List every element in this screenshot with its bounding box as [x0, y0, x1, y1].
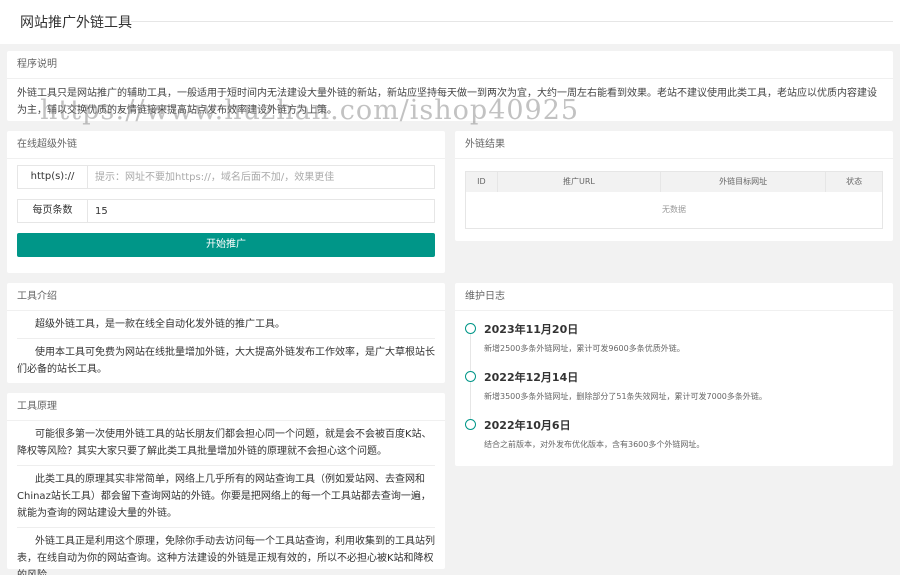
intro-paragraph: 使用本工具可免费为网站在线批量增加外链，大大提高外链发布工作效率，是广大草根站长…	[17, 347, 435, 375]
column-header-status[interactable]: 状态	[826, 172, 882, 192]
description-heading: 程序说明	[7, 51, 893, 79]
per-page-row: 每页条数	[17, 199, 435, 223]
empty-state-text: 无数据	[662, 205, 686, 214]
tool-principle-card: 工具原理 可能很多第一次使用外链工具的站长朋友们都会担心同一个问题，就是会不会被…	[7, 393, 445, 575]
log-heading: 维护日志	[455, 283, 893, 311]
online-link-form-card: 在线超级外链 http(s):// 每页条数 开始推广	[7, 131, 445, 273]
timeline-dot-icon	[465, 323, 476, 334]
principle-paragraph: 此类工具的原理其实非常简单，网络上几乎所有的网站查询工具（例如爱站网、去查网和C…	[17, 466, 435, 528]
page-title: 网站推广外链工具	[20, 15, 132, 31]
page-header: 网站推广外链工具	[0, 0, 900, 44]
column-header-promote-url[interactable]: 推广URL	[498, 172, 662, 192]
per-page-input[interactable]	[89, 200, 434, 222]
header-divider	[131, 21, 893, 22]
timeline-text: 新增2500多条外链网址，累计可发9600多条优质外链。	[484, 344, 685, 353]
timeline-dot-icon	[465, 419, 476, 430]
principle-paragraph: 可能很多第一次使用外链工具的站长朋友们都会担心同一个问题，就是会不会被百度K站、…	[17, 421, 435, 466]
watermark-text: https://www.huzhan.com/ishop40925	[40, 95, 580, 126]
url-input[interactable]	[89, 166, 434, 188]
timeline-item: 2022年10月6日 结合之前版本，对外发布优化版本，含有3600多个外链网址。	[465, 417, 883, 465]
start-promote-button[interactable]: 开始推广	[17, 233, 435, 257]
timeline-item: 2022年12月14日 新增3500多条外链网址，删除部分了51条失效网址，累计…	[465, 369, 883, 417]
timeline-item: 2023年11月20日 新增2500多条外链网址，累计可发9600多条优质外链。	[465, 321, 883, 369]
result-heading: 外链结果	[455, 131, 893, 159]
timeline-date: 2022年12月14日	[484, 371, 579, 384]
timeline-text: 新增3500多条外链网址，删除部分了51条失效网址，累计可发7000多条外链。	[484, 392, 767, 401]
timeline-date: 2022年10月6日	[484, 419, 571, 432]
tool-intro-card: 工具介绍 超级外链工具，是一款在线全自动化发外链的推广工具。 使用本工具可免费为…	[7, 283, 445, 383]
result-table: ID 推广URL 外链目标网址 状态 无数据	[465, 171, 883, 229]
url-row: http(s)://	[17, 165, 435, 189]
link-result-card: 外链结果 ID 推广URL 外链目标网址 状态 无数据	[455, 131, 893, 241]
maintenance-log-card: 维护日志 2023年11月20日 新增2500多条外链网址，累计可发9600多条…	[455, 283, 893, 466]
column-header-target-url[interactable]: 外链目标网址	[661, 172, 827, 192]
column-header-id[interactable]: ID	[466, 172, 498, 192]
timeline-text: 结合之前版本，对外发布优化版本，含有3600多个外链网址。	[484, 440, 705, 449]
principle-heading: 工具原理	[7, 393, 445, 421]
timeline-dot-icon	[465, 371, 476, 382]
timeline: 2023年11月20日 新增2500多条外链网址，累计可发9600多条优质外链。…	[465, 321, 883, 465]
url-prefix-label: http(s)://	[18, 166, 88, 188]
table-header: ID 推广URL 外链目标网址 状态	[466, 172, 882, 192]
intro-paragraph: 超级外链工具，是一款在线全自动化发外链的推广工具。	[17, 311, 435, 339]
principle-paragraph: 外链工具正是利用这个原理，免除你手动去访问每一个工具站查询，利用收集到的工具站列…	[17, 536, 435, 575]
form-heading: 在线超级外链	[7, 131, 445, 159]
timeline-date: 2023年11月20日	[484, 323, 579, 336]
per-page-label: 每页条数	[18, 200, 88, 222]
intro-heading: 工具介绍	[7, 283, 445, 311]
